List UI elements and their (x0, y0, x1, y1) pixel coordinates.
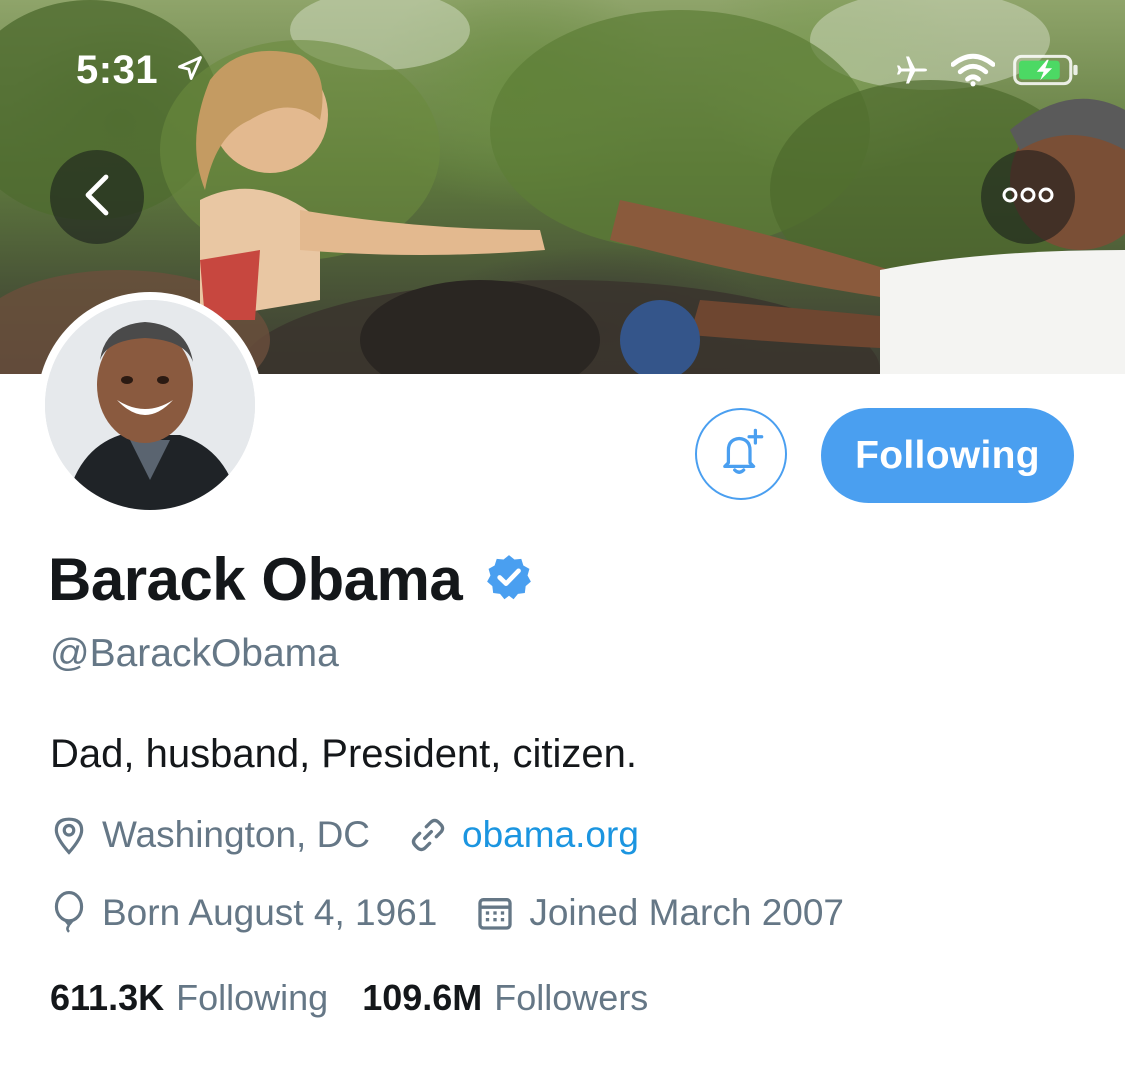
profile-name: Barack Obama (48, 546, 463, 613)
profile-bio: Dad, husband, President, citizen. (50, 732, 638, 776)
following-count[interactable]: 611.3K (50, 977, 164, 1019)
wifi-icon (950, 53, 996, 92)
profile-name-row: Barack Obama (48, 545, 534, 614)
profile-joined: Joined March 2007 (475, 892, 844, 934)
status-bar: 5:31 (0, 38, 1125, 98)
profile-meta-row: Washington, DC obama.org (50, 814, 677, 856)
profile-handle: @BarackObama (50, 632, 339, 675)
following-label[interactable]: Following (176, 977, 328, 1019)
avatar-photo (45, 300, 255, 510)
profile-stats: 611.3K Following 109.6M Followers (50, 977, 682, 1019)
battery-charging-icon (1013, 53, 1081, 92)
balloon-icon (50, 891, 88, 935)
calendar-icon (475, 893, 515, 933)
more-options-button[interactable] (981, 150, 1075, 244)
profile-meta-row-2: Born August 4, 1961 Joined March 2007 (50, 891, 882, 935)
profile-website[interactable]: obama.org (408, 814, 639, 856)
followers-label[interactable]: Followers (494, 977, 648, 1019)
website-link[interactable]: obama.org (462, 814, 639, 856)
location-pin-icon (50, 814, 88, 856)
location-arrow-icon (176, 54, 204, 87)
bell-plus-icon (714, 425, 768, 484)
avatar[interactable] (45, 300, 255, 510)
status-time: 5:31 (76, 48, 159, 92)
avatar-frame (37, 292, 263, 518)
notifications-button[interactable] (695, 408, 787, 500)
following-button[interactable]: Following (821, 408, 1074, 503)
airplane-icon (891, 52, 933, 93)
verified-badge-icon (484, 552, 534, 607)
link-icon (408, 815, 448, 855)
followers-count[interactable]: 109.6M (362, 977, 482, 1019)
location-text: Washington, DC (102, 814, 371, 855)
birthday-text: Born August 4, 1961 (102, 892, 438, 933)
profile-birthday: Born August 4, 1961 (50, 891, 437, 935)
more-dots-icon (1001, 185, 1055, 210)
profile-location: Washington, DC (50, 814, 370, 856)
joined-text: Joined March 2007 (529, 892, 845, 933)
back-button[interactable] (50, 150, 144, 244)
chevron-left-icon (79, 172, 115, 223)
